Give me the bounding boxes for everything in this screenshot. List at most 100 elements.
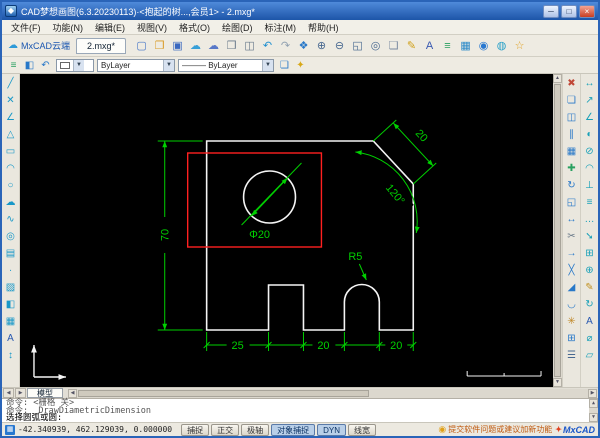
dim-radius-icon[interactable]: ◐	[582, 126, 598, 142]
toggle-lineweight[interactable]: 线宽	[348, 423, 377, 436]
dim-bottom-mid-text[interactable]: 20	[317, 340, 329, 352]
mxcad-cloud-button[interactable]: ☁ MxCAD云端	[6, 39, 75, 52]
dim-height-text[interactable]: 70	[160, 229, 172, 241]
favorite-icon[interactable]: ☆	[511, 37, 528, 54]
scroll-up-icon[interactable]: ▲	[589, 399, 598, 408]
insert-block-icon[interactable]: ▤	[3, 245, 19, 261]
toggle-osnap[interactable]: 对象捕捉	[271, 423, 316, 436]
table-icon[interactable]: ▦	[3, 313, 19, 329]
measure-distance-icon[interactable]: ⌀	[582, 330, 598, 346]
revision-cloud-icon[interactable]: ☁	[3, 194, 19, 210]
close-button[interactable]: ×	[579, 4, 595, 18]
extend-icon[interactable]: →	[564, 245, 580, 261]
horizontal-scroll-thumb[interactable]	[78, 389, 369, 397]
command-line-panel[interactable]: 命令: <栅格 关> 命令: _DrawDiametricDimension 选…	[2, 398, 598, 422]
print-icon[interactable]: ❒	[223, 37, 240, 54]
undo-icon[interactable]: ↶	[259, 37, 276, 54]
explode-icon[interactable]: ✳	[564, 313, 580, 329]
command-scrollbar[interactable]: ▲ ▼	[589, 399, 598, 422]
array-icon[interactable]: ▦	[564, 143, 580, 159]
menu-file[interactable]: 文件(F)	[5, 20, 47, 35]
file-tab[interactable]: 2.mxg*	[76, 37, 127, 54]
tolerance-icon[interactable]: ⊞	[582, 245, 598, 261]
mirror-icon[interactable]: ◫	[564, 109, 580, 125]
open-file-icon[interactable]: ❐	[151, 37, 168, 54]
zoom-extents-icon[interactable]: ◎	[367, 37, 384, 54]
minimize-button[interactable]: ─	[543, 4, 559, 18]
web-home-icon[interactable]: ◉	[475, 37, 492, 54]
layer-control-icon[interactable]: ◧	[22, 58, 37, 72]
center-mark-icon[interactable]: ⊕	[582, 262, 598, 278]
arc-icon[interactable]: ◠	[3, 160, 19, 176]
rotate-icon[interactable]: ↻	[564, 177, 580, 193]
menu-edit[interactable]: 编辑(E)	[89, 20, 131, 35]
menu-view[interactable]: 视图(V)	[131, 20, 173, 35]
feedback-link[interactable]: ◉ 提交软件问题或建议加新功能	[438, 424, 552, 435]
polygon-icon[interactable]: △	[3, 126, 19, 142]
layer-previous-icon[interactable]: ↶	[38, 58, 53, 72]
leader-icon[interactable]: ➘	[582, 228, 598, 244]
maximize-button[interactable]: □	[561, 4, 577, 18]
part-outline[interactable]	[205, 140, 415, 331]
dim-chamfer-text[interactable]: 20	[413, 127, 430, 144]
join-icon[interactable]: ⊞	[564, 330, 580, 346]
menu-help[interactable]: 帮助(H)	[302, 20, 345, 35]
dim-bottom-left-text[interactable]: 25	[231, 340, 243, 352]
layer-select[interactable]: ByLayer ▼	[97, 58, 175, 72]
dim-edit-icon[interactable]: ✎	[582, 279, 598, 295]
dim-arc-length-icon[interactable]: ◠	[582, 160, 598, 176]
dim-diameter-text[interactable]: Φ20	[249, 229, 270, 241]
scroll-left-icon[interactable]: ◀	[68, 388, 77, 398]
dim-baseline-icon[interactable]: ≡	[582, 194, 598, 210]
dim-update-icon[interactable]: ↻	[582, 296, 598, 312]
circle-icon[interactable]: ○	[3, 177, 19, 193]
tab-scroll-left-icon[interactable]: ◀	[3, 388, 14, 398]
toggle-ortho[interactable]: 正交	[211, 423, 240, 436]
mtext-icon[interactable]: A	[582, 313, 598, 329]
text-style-icon[interactable]: A	[421, 37, 438, 54]
linetype-select[interactable]: ——— ByLayer ▼	[178, 58, 274, 72]
dim-continue-icon[interactable]: …	[582, 211, 598, 227]
break-icon[interactable]: ╳	[564, 262, 580, 278]
menu-dimension[interactable]: 标注(M)	[259, 20, 303, 35]
copy-icon[interactable]: ❏	[564, 92, 580, 108]
toggle-polar[interactable]: 极轴	[241, 423, 270, 436]
menu-draw[interactable]: 绘图(D)	[216, 20, 259, 35]
vertical-scrollbar[interactable]: ▲ ▼	[553, 74, 562, 387]
insert-table-icon[interactable]: ▦	[457, 37, 474, 54]
xline-icon[interactable]: ✕	[3, 92, 19, 108]
redo-icon[interactable]: ↷	[277, 37, 294, 54]
scroll-right-icon[interactable]: ▶	[588, 388, 597, 398]
dim-diameter-icon[interactable]: ⊘	[582, 143, 598, 159]
measure-area-icon[interactable]: ▱	[582, 347, 598, 363]
color-select[interactable]: ▼	[56, 58, 94, 72]
text-icon[interactable]: A	[3, 330, 19, 346]
toggle-dyn[interactable]: DYN	[317, 423, 347, 436]
scroll-down-icon[interactable]: ▼	[553, 378, 562, 387]
scroll-up-icon[interactable]: ▲	[553, 74, 562, 83]
zoom-window-icon[interactable]: ◱	[349, 37, 366, 54]
dim-aligned-icon[interactable]: ↗	[582, 92, 598, 108]
scale-icon[interactable]: ◱	[564, 194, 580, 210]
rectangle-icon[interactable]: ▭	[3, 143, 19, 159]
trim-icon[interactable]: ✂	[564, 228, 580, 244]
fillet-icon[interactable]: ◡	[564, 296, 580, 312]
spline-icon[interactable]: ∿	[3, 211, 19, 227]
dim-linear-icon[interactable]: ↔	[582, 75, 598, 91]
toggle-snap[interactable]: 捕捉	[181, 423, 210, 436]
grid-icon[interactable]: ▦	[5, 424, 15, 435]
offset-icon[interactable]: ∥	[564, 126, 580, 142]
point-icon[interactable]: ∙	[3, 262, 19, 278]
dim-radius-text[interactable]: R5	[348, 251, 362, 263]
scroll-down-icon[interactable]: ▼	[589, 413, 598, 422]
tab-scroll-right-icon[interactable]: ▶	[15, 388, 26, 398]
dim-angular-icon[interactable]: ∠	[582, 109, 598, 125]
move-icon[interactable]: ✚	[564, 160, 580, 176]
polyline-icon[interactable]: ∠	[3, 109, 19, 125]
dim-bottom-right-text[interactable]: 20	[390, 340, 402, 352]
drawing-canvas[interactable]: 70 20 120° Φ20 R5 25 20 20	[20, 74, 553, 387]
new-file-icon[interactable]: ▢	[133, 37, 150, 54]
match-properties-icon[interactable]: ❏	[277, 58, 292, 72]
pan-icon[interactable]: ❖	[295, 37, 312, 54]
layer-manager-icon[interactable]: ≡	[439, 37, 456, 54]
